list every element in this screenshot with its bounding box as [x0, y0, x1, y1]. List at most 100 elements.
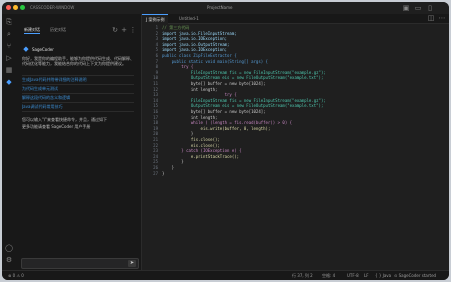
problems-indicator[interactable]: ⊗ 0 ⚠ 0	[8, 271, 24, 280]
code-text: e.printStackTrace();	[162, 153, 240, 159]
suggestion-link-3[interactable]: 解释这段代码的含义和逻辑	[22, 95, 134, 100]
minimize-window-button[interactable]	[13, 5, 18, 10]
status-bar: ⊗ 0 ⚠ 0 行 37, 列 2 空格: 4 UTF-8 LF { } Jav…	[2, 270, 449, 280]
code-line[interactable]: 2 import java.io.FileInputStream;	[142, 31, 449, 36]
editor-more-icon[interactable]: ⋯	[438, 14, 446, 22]
cursor-position[interactable]: 行 37, 列 2	[292, 271, 313, 280]
editor-tab-bar: J 案例示例 Untitled-1 ◫ ⋯	[142, 14, 449, 24]
divider	[22, 102, 134, 103]
settings-gear-icon[interactable]: ⚙	[5, 256, 13, 264]
line-number: 11	[153, 81, 158, 86]
layout-toggle-icon[interactable]: ▣	[402, 4, 410, 12]
code-line[interactable]: 1 // 第三方代码	[142, 25, 449, 30]
explorer-icon[interactable]: ⎘	[5, 18, 13, 26]
code-text: try {	[162, 92, 237, 98]
line-number: 17	[153, 114, 158, 120]
code-line[interactable]: 4 import java.io.OutputStream;	[142, 42, 449, 47]
code-line[interactable]: 18 while ( (length = fis.read(buffer)) >…	[142, 120, 449, 125]
code-line[interactable]: 13 try {	[142, 92, 449, 97]
encoding[interactable]: UTF-8	[347, 271, 359, 280]
code-line[interactable]: 21 fis.close();	[142, 137, 449, 142]
code-text: eis.close();	[162, 142, 220, 148]
refresh-icon[interactable]: ↻	[111, 26, 119, 34]
line-number: 2	[155, 30, 158, 36]
tab-untitled[interactable]: Untitled-1	[175, 14, 203, 23]
line-number: 8	[155, 64, 158, 70]
language-mode[interactable]: { } Java	[375, 271, 391, 280]
run-debug-icon[interactable]: ▷	[5, 54, 13, 62]
code-line[interactable]: 10 OutputStream eis = new FileOutputStre…	[142, 75, 449, 80]
line-number: 23	[153, 148, 158, 154]
code-line[interactable]: 8 try {	[142, 64, 449, 69]
suggestion-link-4[interactable]: Java调试代码常用技巧	[22, 104, 134, 109]
maximize-window-button[interactable]	[20, 5, 25, 10]
code-text: int length;	[162, 86, 218, 92]
code-line[interactable]: 19 eis.write(buffer, 0, length);	[142, 126, 449, 131]
footer-manual-link[interactable]: 更多功能请查看 SageCoder 用户手册	[22, 124, 134, 129]
code-text: import java.io.IOException;	[162, 47, 228, 53]
assistant-name: SageCoder	[32, 47, 54, 52]
line-number: 10	[153, 75, 158, 81]
activity-bar: ⎘ ⌕ ⑂ ▷ ▦ ◆ ◯ ⚙	[2, 14, 17, 270]
code-line[interactable]: 5 import java.io.IOException;	[142, 47, 449, 52]
extension-status[interactable]: ⊙ SageCoder started	[394, 271, 436, 280]
code-line[interactable]: 20 }	[142, 131, 449, 136]
code-line[interactable]: 15 OutputStream eis = new FileOutputStre…	[142, 103, 449, 108]
line-number: 22	[153, 142, 158, 148]
end-of-line[interactable]: LF	[364, 271, 369, 280]
code-text: while ( (length = fis.read(buffer)) > 0)…	[162, 120, 293, 126]
code-text: int length;	[162, 114, 218, 120]
code-line[interactable]: 14 FileInputStream fis = new FileInputSt…	[142, 98, 449, 103]
line-number: 27	[153, 170, 158, 176]
code-line[interactable]: 27}	[142, 171, 449, 176]
line-number: 26	[153, 165, 158, 170]
line-number: 6	[155, 53, 158, 58]
close-window-button[interactable]	[6, 5, 11, 10]
split-editor-icon[interactable]: ◫	[427, 14, 435, 22]
source-control-icon[interactable]: ⑂	[5, 42, 13, 50]
chat-input[interactable]: ➤	[21, 258, 139, 269]
extensions-icon[interactable]: ▦	[5, 66, 13, 74]
suggestion-link-2[interactable]: 为代码生成单元测试	[22, 86, 134, 91]
tab-history[interactable]: 历史对话	[50, 27, 66, 32]
line-number: 5	[155, 47, 158, 53]
code-line[interactable]: 3 import java.io.IOException;	[142, 36, 449, 41]
sagecoder-icon[interactable]: ◆	[5, 78, 13, 86]
line-number: 19	[153, 125, 158, 131]
code-line[interactable]: 9 FileInputStream fis = new FileInputStr…	[142, 70, 449, 75]
assistant-avatar-icon: ◆	[23, 45, 29, 53]
code-line[interactable]: 24 e.printStackTrace();	[142, 154, 449, 159]
line-number: 12	[153, 86, 158, 92]
panel-toggle-icon[interactable]: ▭	[414, 4, 422, 12]
account-icon[interactable]: ◯	[5, 244, 13, 252]
add-chat-icon[interactable]: +	[120, 26, 128, 34]
code-line[interactable]: 7 public static void main(String[] args)…	[142, 59, 449, 64]
code-line[interactable]: 22 eis.close();	[142, 143, 449, 148]
suggestion-link-1[interactable]: 生成Java代码并附带详细的注释说明	[22, 77, 134, 82]
code-text: byte[] buffer = new byte[1024];	[162, 81, 266, 86]
tab-new-chat[interactable]: 新建对话	[24, 27, 40, 32]
code-text: import java.io.OutputStream;	[162, 41, 230, 47]
code-line[interactable]: 17 int length;	[142, 115, 449, 120]
code-text: fis.close();	[162, 137, 220, 142]
line-number: 21	[153, 137, 158, 142]
send-button[interactable]: ➤	[128, 260, 136, 267]
code-text: OutputStream eis = new FileOutputStream(…	[162, 103, 324, 109]
code-text: OutputStream eis = new FileOutputStream(…	[162, 75, 324, 81]
code-line[interactable]: 16 byte[] buffer = new byte[1024];	[142, 109, 449, 114]
more-icon[interactable]: ⋮	[129, 26, 137, 34]
sidebar-toggle-icon[interactable]: ▯	[426, 4, 434, 12]
code-line[interactable]: 25 }	[142, 159, 449, 164]
code-line[interactable]: 26 }	[142, 165, 449, 170]
code-line[interactable]: 12 int length;	[142, 87, 449, 92]
code-line[interactable]: 23 } catch (IOException e) {	[142, 148, 449, 153]
editor-area: J 案例示例 Untitled-1 ◫ ⋯ 1 // 第三方代码 2 import j…	[142, 14, 449, 270]
search-icon[interactable]: ⌕	[5, 30, 13, 38]
chat-tab-underline	[24, 33, 40, 34]
code-text: } catch (IOException e) {	[162, 148, 242, 154]
code-line[interactable]: 6 public class ZipFileExtractor {	[142, 53, 449, 58]
tab-java-file[interactable]: J 案例示例	[142, 14, 169, 24]
indentation[interactable]: 空格: 4	[322, 271, 335, 280]
footer-hint: 您可以输入"/"来查看快捷命令，并且，通过如下	[22, 117, 108, 122]
code-line[interactable]: 11 byte[] buffer = new byte[1024];	[142, 81, 449, 86]
